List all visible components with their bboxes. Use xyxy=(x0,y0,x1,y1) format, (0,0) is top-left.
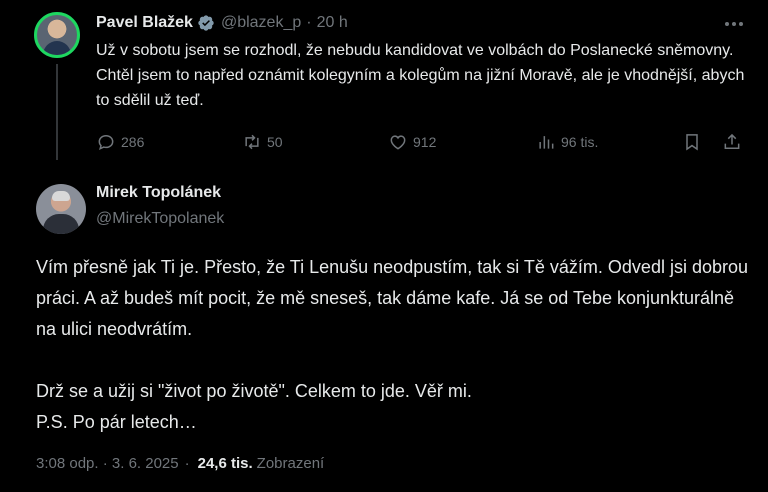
reply-count: 286 xyxy=(121,134,145,150)
views-label: Zobrazení xyxy=(256,454,325,472)
views-icon xyxy=(539,136,554,149)
parent-tweet-text: Už v sobotu jsem se rozhodl, že nebudu k… xyxy=(96,42,745,109)
repost-icon xyxy=(245,134,259,150)
main-tweet-text: Vím přesně jak Ti je. Přesto, že Ti Lenu… xyxy=(36,252,748,438)
avatar-mirek-topolanek[interactable] xyxy=(36,184,86,234)
views-total: 24,6 tis. xyxy=(197,454,253,472)
parent-tweet-header: Pavel Blažek @blazek_p · 20 h xyxy=(96,12,348,34)
like-button[interactable]: 912 xyxy=(388,130,436,154)
tweet-time[interactable]: 20 h xyxy=(317,14,348,32)
author-handle[interactable]: @blazek_p xyxy=(221,14,301,32)
verified-badge-icon xyxy=(197,14,215,32)
share-button[interactable] xyxy=(722,130,747,154)
tweet-paragraph-spacer xyxy=(36,345,748,376)
tweet-meta: 3:08 odp. · 3. 6. 2025 · 24,6 tis. Zobra… xyxy=(36,452,324,474)
repost-count: 50 xyxy=(267,134,283,150)
main-author-name[interactable]: Mirek Topolánek xyxy=(96,184,221,202)
reply-button[interactable]: 286 xyxy=(96,130,144,154)
bookmark-button[interactable] xyxy=(682,130,707,154)
author-name[interactable]: Pavel Blažek xyxy=(96,14,193,32)
like-count: 912 xyxy=(413,134,437,150)
parent-tweet[interactable]: Pavel Blažek @blazek_p · 20 h Už v sobot… xyxy=(0,0,768,170)
reply-icon xyxy=(98,134,114,150)
tweet-paragraph-2: Drž se a užij si "život po životě". Celk… xyxy=(36,381,472,401)
tweet-paragraph-3: P.S. Po pár letech… xyxy=(36,412,197,432)
main-author-handle[interactable]: @MirekTopolanek xyxy=(96,210,224,228)
more-icon[interactable] xyxy=(719,14,749,34)
meta-separator: · xyxy=(184,454,190,472)
tweet-action-bar: 286 50 912 96 tis. xyxy=(96,130,748,154)
bookmark-icon xyxy=(686,134,698,151)
avatar-pavel-blazek[interactable] xyxy=(34,12,80,58)
tweet-timestamp[interactable]: 3:08 odp. · 3. 6. 2025 xyxy=(36,455,179,472)
repost-button[interactable]: 50 xyxy=(242,130,283,154)
tweet-paragraph-1: Vím přesně jak Ti je. Přesto, že Ti Lenu… xyxy=(36,257,749,339)
views-button[interactable]: 96 tis. xyxy=(536,130,598,154)
thread-connector-line xyxy=(56,64,58,160)
heart-icon xyxy=(390,135,406,150)
separator-dot: · xyxy=(306,14,312,31)
share-icon xyxy=(724,133,740,149)
views-count: 96 tis. xyxy=(561,134,599,150)
